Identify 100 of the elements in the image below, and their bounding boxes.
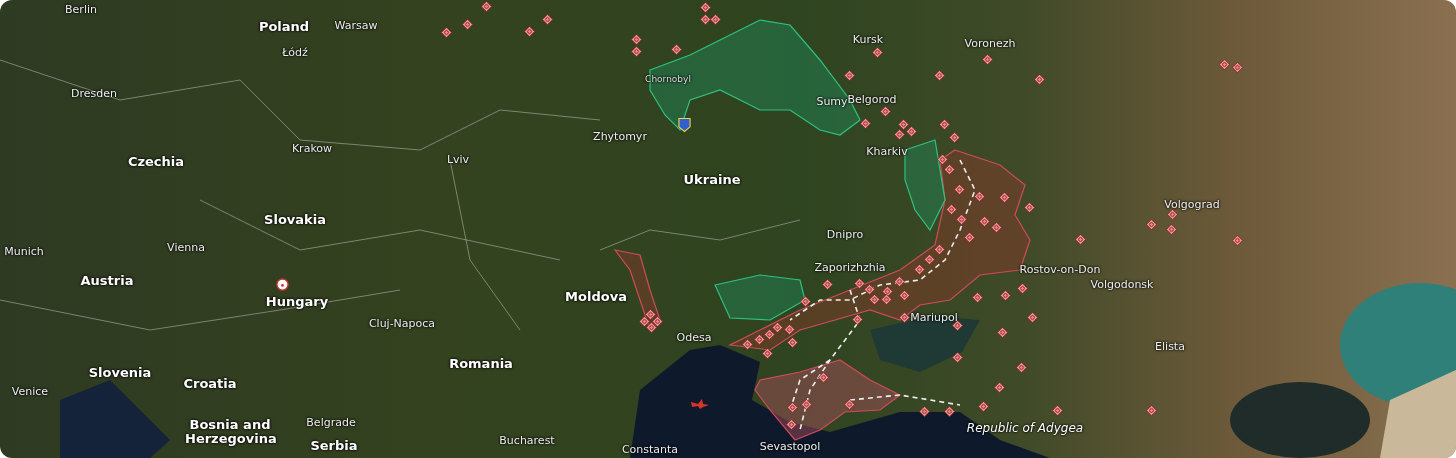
marker-icon[interactable] [999, 289, 1012, 302]
marker-icon[interactable] [843, 69, 856, 82]
face-icon[interactable] [276, 278, 289, 291]
marker-icon[interactable] [990, 221, 1003, 234]
marker-icon[interactable] [630, 33, 643, 46]
marker-icon[interactable] [699, 1, 712, 14]
marker-icon[interactable] [541, 13, 554, 26]
marker-icon[interactable] [897, 118, 910, 131]
marker-icon[interactable] [893, 128, 906, 141]
marker-icon[interactable] [786, 401, 799, 414]
marker-icon[interactable] [1165, 223, 1178, 236]
marker-icon[interactable] [948, 131, 961, 144]
satellite-map[interactable] [0, 0, 1456, 458]
marker-icon[interactable] [943, 163, 956, 176]
marker-icon[interactable] [843, 398, 856, 411]
marker-icon[interactable] [1145, 404, 1158, 417]
shield-icon[interactable] [678, 117, 691, 133]
marker-icon[interactable] [461, 18, 474, 31]
city-label: Dresden [71, 88, 117, 100]
marker-icon[interactable] [981, 53, 994, 66]
city-label: Lviv [446, 154, 470, 166]
marker-icon[interactable] [1145, 218, 1158, 231]
marker-icon[interactable] [923, 253, 936, 266]
marker-icon[interactable] [880, 293, 893, 306]
city-label: Bucharest [499, 435, 555, 447]
marker-icon[interactable] [971, 291, 984, 304]
marker-icon[interactable] [523, 25, 536, 38]
country-label: Romania [449, 357, 513, 371]
city-label: Chornobyl [645, 75, 691, 85]
city-label: Elista [1155, 341, 1185, 353]
marker-icon[interactable] [918, 405, 931, 418]
marker-icon[interactable] [977, 400, 990, 413]
country-label: Slovakia [264, 213, 326, 227]
marker-icon[interactable] [998, 191, 1011, 204]
marker-icon[interactable] [996, 326, 1009, 339]
marker-icon[interactable] [933, 69, 946, 82]
marker-icon[interactable] [630, 45, 643, 58]
marker-icon[interactable] [953, 183, 966, 196]
marker-icon[interactable] [786, 336, 799, 349]
marker-icon[interactable] [1051, 404, 1064, 417]
marker-icon[interactable] [638, 315, 651, 328]
marker-icon[interactable] [1166, 208, 1179, 221]
marker-icon[interactable] [863, 283, 876, 296]
marker-icon[interactable] [785, 418, 798, 431]
marker-icon[interactable] [859, 117, 872, 130]
marker-icon[interactable] [963, 231, 976, 244]
marker-icon[interactable] [893, 275, 906, 288]
marker-icon[interactable] [817, 371, 830, 384]
marker-icon[interactable] [1074, 233, 1087, 246]
marker-icon[interactable] [783, 323, 796, 336]
marker-icon[interactable] [1026, 311, 1039, 324]
city-label: Belgrade [306, 417, 356, 429]
marker-icon[interactable] [851, 313, 864, 326]
marker-icon[interactable] [871, 46, 884, 59]
marker-icon[interactable] [868, 293, 881, 306]
marker-icon[interactable] [951, 351, 964, 364]
marker-icon[interactable] [771, 321, 784, 334]
city-label: Berlin [65, 4, 97, 16]
marker-icon[interactable] [1016, 282, 1029, 295]
marker-icon[interactable] [898, 289, 911, 302]
marker-icon[interactable] [1231, 234, 1244, 247]
marker-icon[interactable] [644, 308, 657, 321]
marker-icon[interactable] [973, 190, 986, 203]
marker-icon[interactable] [898, 311, 911, 324]
marker-icon[interactable] [853, 277, 866, 290]
marker-icon[interactable] [978, 215, 991, 228]
marker-icon[interactable] [1218, 58, 1231, 71]
marker-icon[interactable] [879, 105, 892, 118]
marker-icon[interactable] [763, 328, 776, 341]
marker-icon[interactable] [1023, 201, 1036, 214]
marker-icon[interactable] [440, 26, 453, 39]
marker-icon[interactable] [670, 43, 683, 56]
country-label: Serbia [310, 439, 358, 453]
marker-icon[interactable] [799, 295, 812, 308]
marker-icon[interactable] [709, 13, 722, 26]
marker-icon[interactable] [881, 285, 894, 298]
marker-icon[interactable] [936, 153, 949, 166]
marker-icon[interactable] [699, 13, 712, 26]
marker-icon[interactable] [1231, 61, 1244, 74]
marker-icon[interactable] [821, 278, 834, 291]
marker-icon[interactable] [933, 243, 946, 256]
marker-icon[interactable] [945, 203, 958, 216]
marker-icon[interactable] [938, 118, 951, 131]
marker-icon[interactable] [753, 333, 766, 346]
marker-icon[interactable] [993, 381, 1006, 394]
country-label: Hungary [265, 295, 329, 309]
marker-icon[interactable] [645, 321, 658, 334]
marker-icon[interactable] [741, 338, 754, 351]
marker-icon[interactable] [955, 213, 968, 226]
marker-icon[interactable] [1015, 361, 1028, 374]
marker-icon[interactable] [943, 405, 956, 418]
marker-icon[interactable] [761, 347, 774, 360]
marker-icon[interactable] [905, 125, 918, 138]
city-label: Rostov-on-Don [1019, 264, 1101, 276]
marker-icon[interactable] [480, 0, 493, 13]
marker-icon[interactable] [1033, 73, 1046, 86]
marker-icon[interactable] [651, 315, 664, 328]
plane-icon[interactable] [690, 398, 710, 410]
marker-icon[interactable] [800, 398, 813, 411]
marker-icon[interactable] [913, 263, 926, 276]
